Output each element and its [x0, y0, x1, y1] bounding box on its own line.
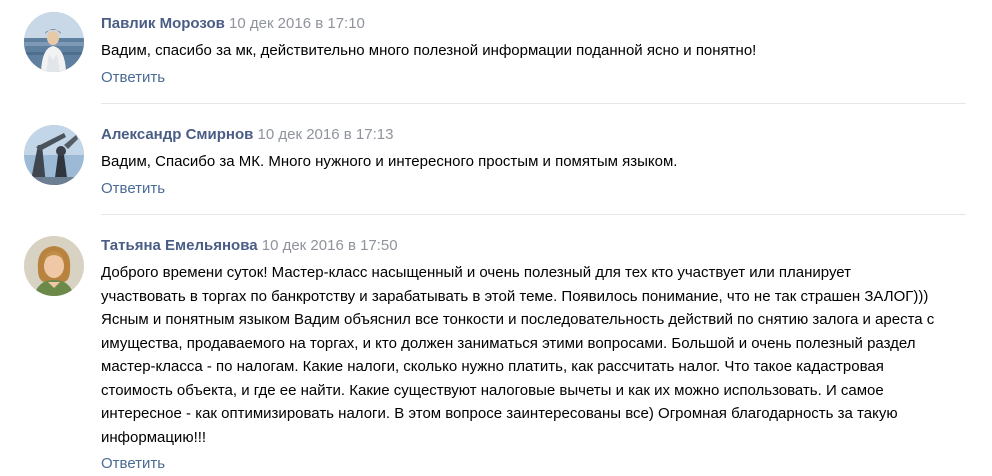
comment-item: Павлик Морозов 10 дек 2016 в 17:10 Вадим…	[0, 0, 992, 104]
comment-body: Александр Смирнов 10 дек 2016 в 17:13 Ва…	[101, 125, 972, 199]
comment-header: Павлик Морозов 10 дек 2016 в 17:10	[101, 14, 972, 34]
avatar-photo-person-water	[24, 12, 84, 72]
comment-text: Вадим, Спасибо за МК. Много нужного и ин…	[101, 153, 678, 170]
comment-header: Александр Смирнов 10 дек 2016 в 17:13	[101, 125, 972, 145]
avatar[interactable]	[24, 12, 84, 72]
comment-header: Татьяна Емельянова 10 дек 2016 в 17:50	[101, 236, 972, 256]
comment-text: Доброго времени суток! Мастер-класс насы…	[101, 264, 935, 446]
author-name[interactable]: Александр Смирнов	[101, 126, 253, 143]
reply-link[interactable]: Ответить	[101, 454, 165, 474]
avatar-photo-woman	[24, 236, 84, 296]
avatar[interactable]	[24, 236, 84, 296]
comment-item: Александр Смирнов 10 дек 2016 в 17:13 Ва…	[0, 104, 992, 215]
reply-link[interactable]: Ответить	[101, 68, 165, 88]
comment-body: Татьяна Емельянова 10 дек 2016 в 17:50 Д…	[101, 236, 972, 474]
comment-date[interactable]: 10 дек 2016 в 17:13	[258, 126, 394, 143]
comment-date[interactable]: 10 дек 2016 в 17:50	[262, 237, 398, 254]
comment-item: Татьяна Емельянова 10 дек 2016 в 17:50 Д…	[0, 215, 992, 476]
author-name[interactable]: Павлик Морозов	[101, 15, 225, 32]
author-name[interactable]: Татьяна Емельянова	[101, 237, 258, 254]
reply-link[interactable]: Ответить	[101, 179, 165, 199]
avatar-photo-monument-sky	[24, 125, 84, 185]
comment-text: Вадим, спасибо за мк, действительно мног…	[101, 42, 757, 59]
comment-body: Павлик Морозов 10 дек 2016 в 17:10 Вадим…	[101, 14, 972, 88]
comments-list: Павлик Морозов 10 дек 2016 в 17:10 Вадим…	[0, 0, 992, 476]
avatar[interactable]	[24, 125, 84, 185]
comment-date[interactable]: 10 дек 2016 в 17:10	[229, 15, 365, 32]
